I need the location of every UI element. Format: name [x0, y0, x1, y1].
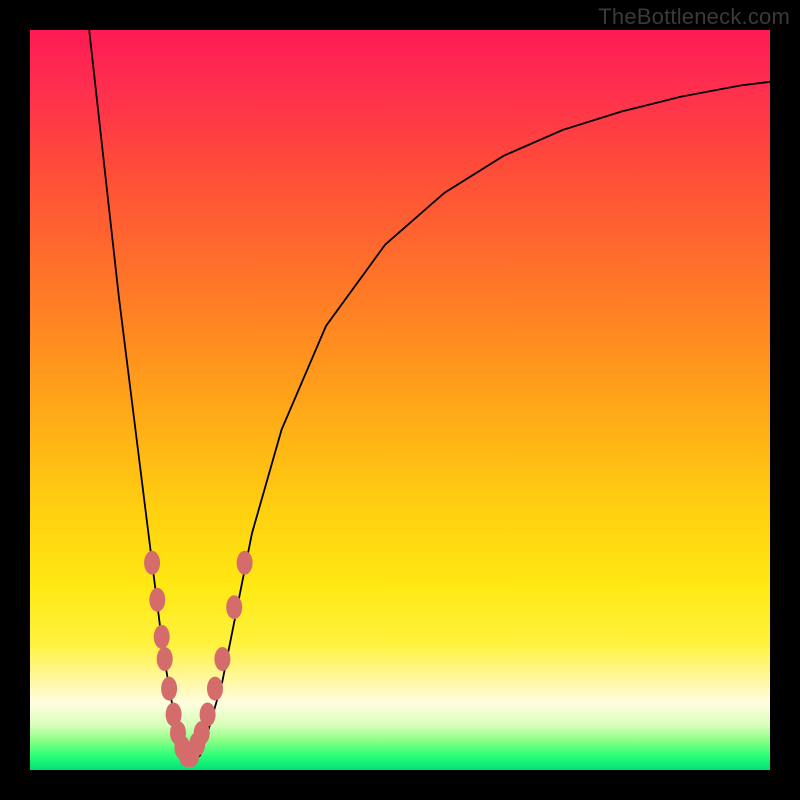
marker-group — [144, 551, 253, 767]
curve-marker — [157, 647, 173, 671]
curve-marker — [200, 703, 216, 727]
curve-marker — [154, 625, 170, 649]
curve-layer — [30, 30, 770, 770]
curve-marker — [214, 647, 230, 671]
curve-marker — [207, 677, 223, 701]
curve-marker — [144, 551, 160, 575]
chart-frame: TheBottleneck.com — [0, 0, 800, 800]
curve-marker — [237, 551, 253, 575]
plot-area — [30, 30, 770, 770]
bottleneck-curve — [89, 30, 770, 763]
curve-marker — [161, 677, 177, 701]
curve-marker — [149, 588, 165, 612]
watermark-text: TheBottleneck.com — [598, 4, 790, 30]
curve-marker — [226, 595, 242, 619]
